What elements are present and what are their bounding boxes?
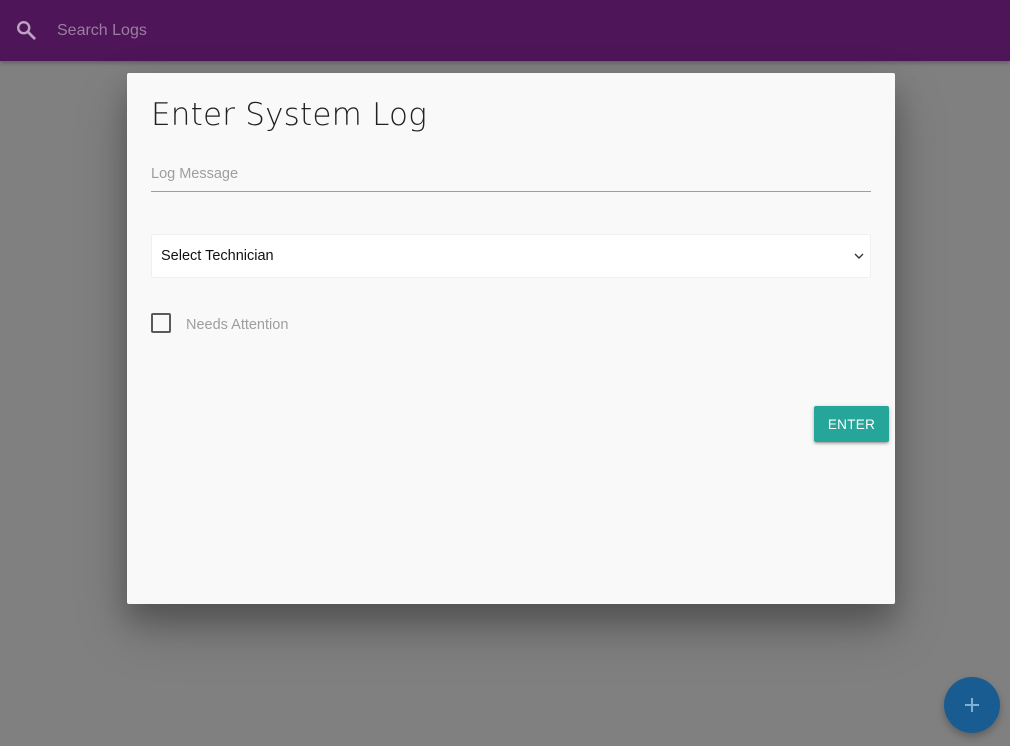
chevron-down-icon [854,253,864,259]
search-input[interactable] [57,17,457,45]
needs-attention-checkbox[interactable] [151,313,171,333]
technician-select-value: Select Technician [161,248,274,264]
log-message-input[interactable] [151,157,871,192]
enter-system-log-modal: Enter System Log Select Technician Needs… [127,73,895,604]
plus-icon [965,698,979,712]
technician-select[interactable]: Select Technician [151,234,871,278]
needs-attention-label: Needs Attention [186,317,289,333]
add-log-fab-button[interactable] [944,677,1000,733]
search-icon[interactable] [15,19,37,41]
top-search-bar [0,0,1010,61]
modal-title: Enter System Log [151,97,428,133]
enter-button[interactable]: ENTER [814,406,889,442]
